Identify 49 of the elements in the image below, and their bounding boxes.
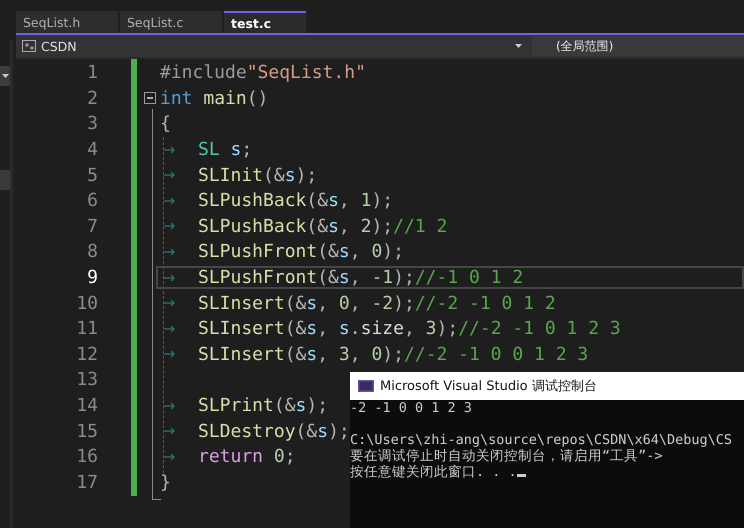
code-line: SLPushFront(&s, 0);: [198, 241, 404, 262]
code-line: SLPushBack(&s, 1);: [198, 190, 394, 212]
console-output: -2 -1 0 0 1 2 3: [350, 400, 473, 416]
line-number: 2: [86, 88, 98, 109]
console-icon: [358, 380, 374, 392]
code-line: SLInsert(&s, 3, 0);//-2 -1 0 0 1 2 3: [198, 344, 588, 365]
line-number: 4: [86, 139, 98, 160]
line-number: 11: [75, 318, 98, 340]
caret-icon[interactable]: [2, 74, 8, 78]
line-number: 15: [75, 420, 98, 442]
line-number: 1: [86, 62, 98, 84]
line-number: 5: [86, 164, 98, 186]
line-number: 10: [75, 292, 98, 314]
line-number: 6: [86, 190, 98, 212]
code-line: SL s;: [198, 139, 252, 160]
code-line: #include"SeqList.h": [160, 62, 366, 84]
line-number: 17: [75, 472, 98, 493]
console-text: C:\Users\zhi-ang\source\repos\CSDN\x64\Debug\CS: [350, 432, 734, 448]
file-tab[interactable]: test.c: [224, 11, 306, 33]
code-line: SLInsert(&s, s.size, 3);//-2 -1 0 1 2 3: [198, 318, 621, 340]
console-text: 要在调试停止时自动关闭控制台，请启用“工具”->: [350, 448, 664, 464]
file-tab[interactable]: SeqList.h: [16, 11, 118, 33]
code-line: SLPushBack(&s, 2);//1 2: [198, 216, 448, 237]
code-line: int main(): [160, 88, 268, 109]
code-line: SLPrint(&s);: [198, 395, 328, 416]
code-line: SLPushFront(&s, -1);//-1 0 1 2: [198, 267, 524, 288]
code-line: SLInsert(&s, 0, -2);//-2 -1 0 1 2: [198, 292, 556, 314]
line-number: 12: [75, 344, 98, 365]
line-number: 8: [86, 241, 98, 262]
caret-icon: [515, 44, 522, 48]
collapse-icon[interactable]: [144, 92, 156, 104]
console-text: 按任意键关闭此窗口. . .: [350, 464, 517, 480]
line-number: 14: [75, 395, 98, 416]
line-number: 7: [86, 216, 98, 237]
code-line: }: [160, 472, 171, 493]
line-number: 13: [75, 369, 98, 390]
line-number: 3: [86, 113, 98, 134]
code-line: SLInit(&s);: [198, 164, 318, 186]
line-number: 16: [75, 446, 98, 468]
code-line: SLDestroy(&s);: [198, 420, 350, 442]
sidebar-highlight: [0, 170, 10, 190]
line-number: 9: [86, 267, 98, 288]
text-cursor: [516, 474, 526, 477]
console-title: Microsoft Visual Studio 调试控制台: [380, 378, 597, 395]
code-line: {: [160, 113, 171, 134]
scope-dropdown[interactable]: (全局范围): [532, 36, 744, 56]
code-line: return 0;: [198, 446, 296, 468]
project-icon: [22, 40, 36, 52]
file-tab[interactable]: SeqList.c: [120, 11, 222, 33]
